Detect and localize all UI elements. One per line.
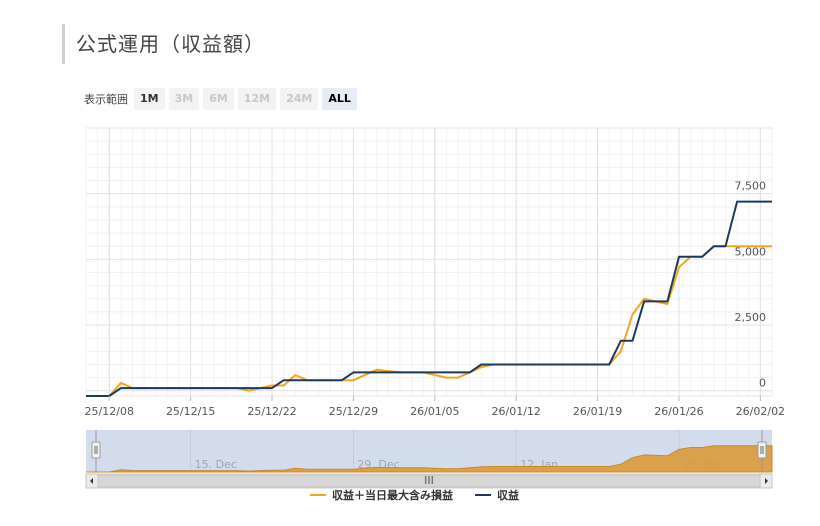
- x-tick-label: 26/01/12: [492, 405, 541, 418]
- navigator-scrollbar-grip: III: [424, 474, 434, 487]
- x-tick-label: 25/12/08: [85, 405, 134, 418]
- legend: 収益＋当日最大含み損益 収益: [310, 487, 519, 503]
- x-tick-label: 26/01/26: [654, 405, 703, 418]
- legend-swatch-navy: [475, 494, 491, 496]
- legend-item-navy[interactable]: 収益: [475, 487, 519, 503]
- y-axis-labels: 0 2,500 5,000 7,500: [735, 180, 767, 390]
- legend-label-orange: 収益＋当日最大含み損益: [332, 489, 453, 502]
- line-chart: 25/12/08 25/12/15 25/12/22 25/12/29 26/01/05…: [85, 127, 785, 489]
- legend-item-orange[interactable]: 収益＋当日最大含み損益: [310, 487, 453, 503]
- legend-label-navy: 収益: [497, 489, 519, 502]
- chart-grid: [85, 127, 773, 397]
- y-tick-label: 0: [759, 377, 766, 390]
- navigator-label: 15. Dec: [195, 458, 237, 471]
- plot-frame: [85, 127, 773, 397]
- x-tick-label: 25/12/15: [166, 405, 215, 418]
- series-line-orange: [86, 245, 772, 397]
- x-tick-label: 25/12/22: [247, 405, 296, 418]
- x-axis-labels: 25/12/08 25/12/15 25/12/22 25/12/29 26/01/05…: [85, 396, 785, 418]
- legend-swatch-orange: [310, 494, 326, 496]
- x-tick-label: 26/02/02: [736, 405, 785, 418]
- x-tick-label: 26/01/05: [410, 405, 459, 418]
- y-tick-label: 2,500: [735, 311, 767, 324]
- x-tick-label: 26/01/19: [573, 405, 622, 418]
- y-tick-label: 7,500: [735, 180, 767, 193]
- x-tick-label: 25/12/29: [329, 405, 378, 418]
- navigator-handle-right: [757, 441, 767, 459]
- y-tick-label: 5,000: [735, 245, 767, 258]
- navigator: 15. Dec29. Dec12. Jan26. JanIII: [85, 430, 773, 489]
- navigator-handle-left: [91, 441, 101, 459]
